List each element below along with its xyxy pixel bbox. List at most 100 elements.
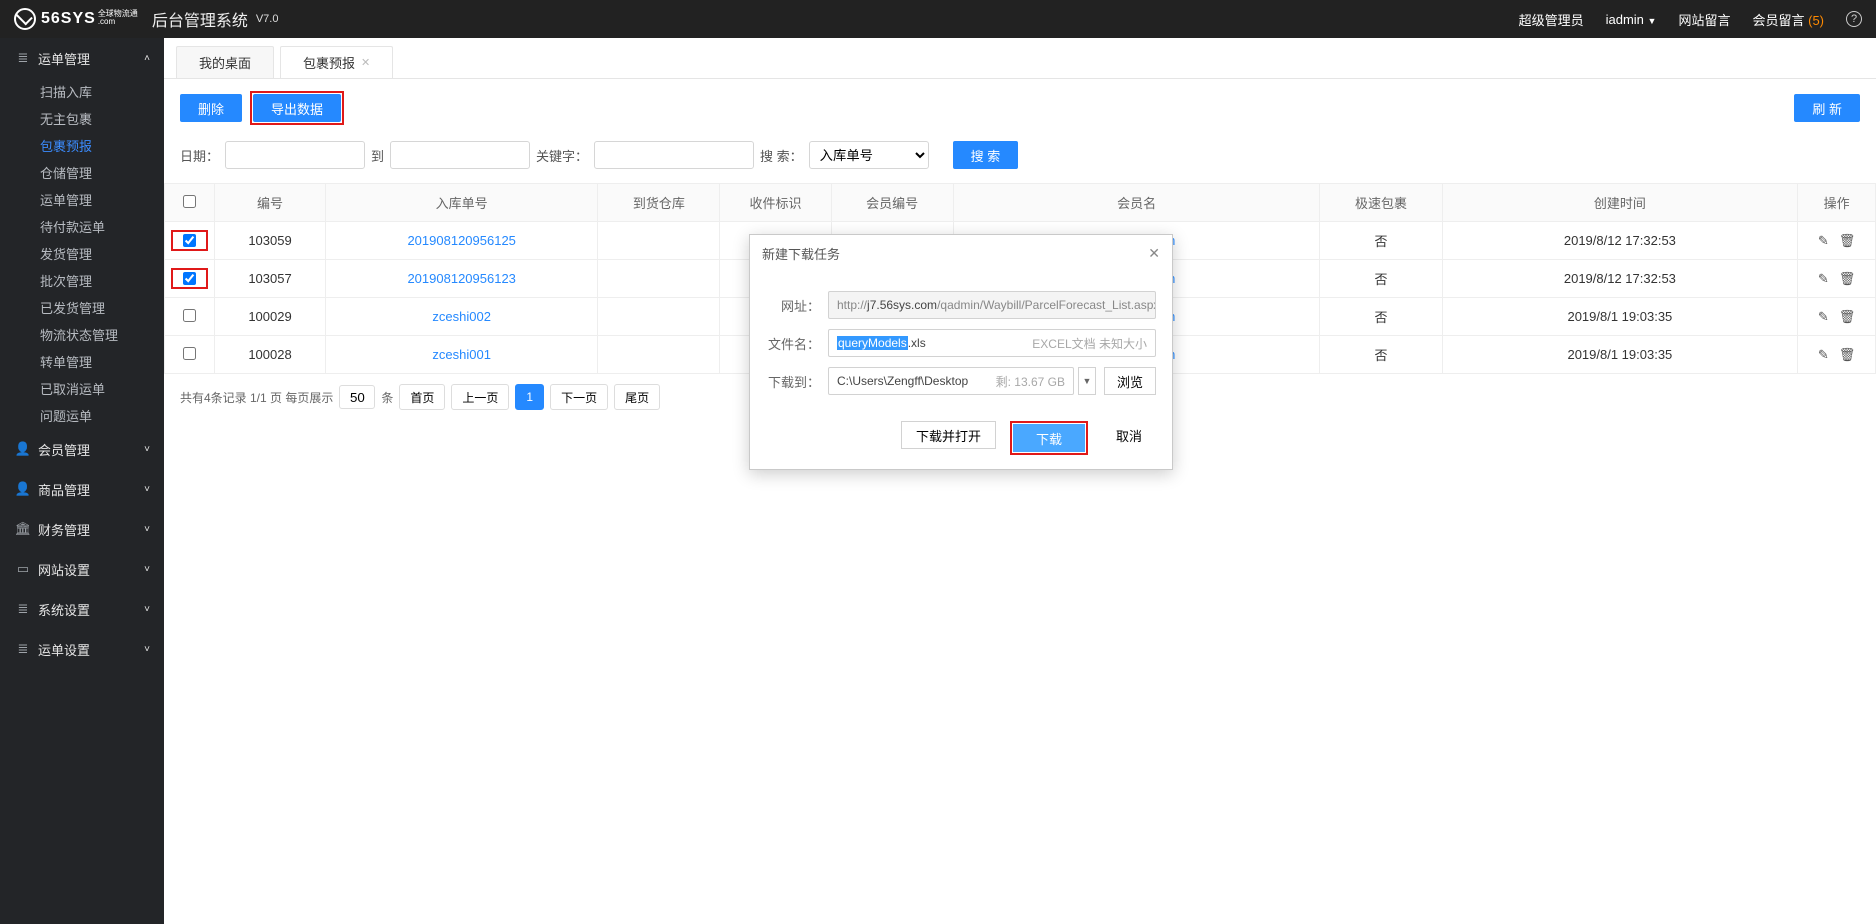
chevron-down-icon: ˅: [144, 604, 150, 615]
tab-parcel-forecast[interactable]: 包裹预报✕: [280, 46, 393, 78]
sidebar-item-transfer[interactable]: 转单管理: [0, 348, 164, 375]
col-op: 操作: [1798, 184, 1876, 222]
tabs: 我的桌面 包裹预报✕: [164, 38, 1876, 79]
path-input[interactable]: C:\Users\Zengff\Desktop 剩: 13.67 GB: [828, 367, 1074, 395]
col-member-name: 会员名: [953, 184, 1320, 222]
sidebar-item-shipment[interactable]: 运单管理: [0, 186, 164, 213]
download-dialog: 新建下载任务 ✕ 网址： http://j7.56sys.com/qadmin/…: [749, 234, 1173, 470]
cell-warehouse: [598, 298, 720, 336]
list-icon: ≣: [14, 601, 32, 617]
delete-icon[interactable]: 🗑: [1839, 271, 1856, 287]
delete-icon[interactable]: 🗑: [1839, 309, 1856, 325]
highlight-download: 下载: [1010, 421, 1088, 455]
cell-fast: 否: [1320, 222, 1442, 260]
chevron-down-icon: ˅: [144, 524, 150, 535]
order-link[interactable]: 201908120956125: [407, 233, 515, 248]
per-page-suffix: 条: [381, 389, 393, 406]
date-label: 日期：: [180, 146, 219, 165]
app-header: 56SYS 全球物流通 .com 后台管理系统 V7.0 超级管理员 iadmi…: [0, 0, 1876, 38]
sidebar-group-shipment-settings[interactable]: ≣运单设置˅: [0, 629, 164, 669]
sidebar-group-finance[interactable]: 🏛财务管理˅: [0, 509, 164, 549]
system-version: V7.0: [256, 13, 279, 25]
tab-desktop[interactable]: 我的桌面: [176, 46, 274, 78]
search-by-label: 搜 索：: [760, 146, 803, 165]
content: 我的桌面 包裹预报✕ 删除 导出数据 刷 新 日期： 到 关键字： 搜 索： 入…: [164, 38, 1876, 924]
keyword-input[interactable]: [594, 141, 754, 169]
select-all-checkbox[interactable]: [183, 195, 196, 208]
page-number-button[interactable]: 1: [515, 384, 544, 410]
per-page-input[interactable]: [339, 385, 375, 409]
row-checkbox[interactable]: [183, 309, 196, 322]
delete-button[interactable]: 删除: [180, 94, 242, 122]
sidebar-group-shipment[interactable]: ≣ 运单管理 ˄: [0, 38, 164, 78]
to-label: 到: [371, 146, 384, 165]
sidebar-item-dispatch[interactable]: 发货管理: [0, 240, 164, 267]
page-first-button[interactable]: 首页: [399, 384, 445, 410]
sidebar-item-cancelled[interactable]: 已取消运单: [0, 375, 164, 402]
cell-created: 2019/8/1 19:03:35: [1442, 336, 1798, 374]
path-label: 下载到：: [766, 372, 820, 391]
download-button[interactable]: 下载: [1013, 424, 1085, 452]
dialog-header: 新建下载任务 ✕: [750, 235, 1172, 271]
col-member-id: 会员编号: [831, 184, 953, 222]
edit-icon[interactable]: ✎: [1818, 347, 1829, 363]
sidebar-item-unpaid[interactable]: 待付款运单: [0, 213, 164, 240]
sidebar-item-scan-in[interactable]: 扫描入库: [0, 78, 164, 105]
date-to-input[interactable]: [390, 141, 530, 169]
cancel-button[interactable]: 取消: [1102, 421, 1156, 449]
sidebar-group-system[interactable]: ≣系统设置˅: [0, 589, 164, 629]
refresh-button[interactable]: 刷 新: [1794, 94, 1860, 122]
chevron-down-icon: ˅: [144, 484, 150, 495]
download-and-open-button[interactable]: 下载并打开: [901, 421, 996, 449]
user-menu[interactable]: iadmin ▼: [1606, 12, 1657, 27]
pager-summary: 共有4条记录 1/1 页 每页展示: [180, 389, 333, 406]
close-icon[interactable]: ✕: [361, 56, 370, 69]
row-checkbox[interactable]: [183, 234, 196, 247]
link-site-message[interactable]: 网站留言: [1678, 10, 1730, 29]
chevron-up-icon: ˄: [144, 53, 150, 64]
logo-text: 56SYS: [41, 10, 96, 27]
sidebar-item-logistics-status[interactable]: 物流状态管理: [0, 321, 164, 348]
page-next-button[interactable]: 下一页: [550, 384, 608, 410]
sidebar-item-batch[interactable]: 批次管理: [0, 267, 164, 294]
page-prev-button[interactable]: 上一页: [451, 384, 509, 410]
search-button[interactable]: 搜 索: [953, 141, 1019, 169]
link-member-message[interactable]: 会员留言 (5): [1752, 10, 1824, 29]
sidebar-group-product[interactable]: 👤商品管理˅: [0, 469, 164, 509]
order-link[interactable]: zceshi002: [432, 309, 491, 324]
dialog-footer: 下载并打开 下载 取消: [750, 415, 1172, 469]
date-from-input[interactable]: [225, 141, 365, 169]
col-created: 创建时间: [1442, 184, 1798, 222]
cell-warehouse: [598, 336, 720, 374]
sidebar-item-shipped[interactable]: 已发货管理: [0, 294, 164, 321]
help-icon[interactable]: ?: [1846, 11, 1862, 27]
logo-sub-bottom: .com: [98, 18, 138, 26]
edit-icon[interactable]: ✎: [1818, 233, 1829, 249]
export-button[interactable]: 导出数据: [253, 94, 341, 122]
path-dropdown-icon[interactable]: ▼: [1078, 367, 1096, 395]
row-checkbox[interactable]: [183, 347, 196, 360]
window-icon: ▭: [14, 561, 32, 577]
list-icon: ≣: [14, 641, 32, 657]
chevron-down-icon: ˅: [144, 444, 150, 455]
sidebar-group-site[interactable]: ▭网站设置˅: [0, 549, 164, 589]
edit-icon[interactable]: ✎: [1818, 271, 1829, 287]
order-link[interactable]: zceshi001: [432, 347, 491, 362]
url-input[interactable]: http://j7.56sys.com/qadmin/Waybill/Parce…: [828, 291, 1156, 319]
browse-button[interactable]: 浏览: [1104, 367, 1156, 395]
sidebar-item-storage[interactable]: 仓储管理: [0, 159, 164, 186]
sidebar-item-unowned[interactable]: 无主包裹: [0, 105, 164, 132]
sidebar-item-problem[interactable]: 问题运单: [0, 402, 164, 429]
page-last-button[interactable]: 尾页: [614, 384, 660, 410]
row-checkbox[interactable]: [183, 272, 196, 285]
sidebar-item-parcel-forecast[interactable]: 包裹预报: [0, 132, 164, 159]
dialog-close-icon[interactable]: ✕: [1148, 245, 1160, 262]
col-fast: 极速包裹: [1320, 184, 1442, 222]
order-link[interactable]: 201908120956123: [407, 271, 515, 286]
filename-input[interactable]: queryModels.xls EXCEL文档 未知大小: [828, 329, 1156, 357]
sidebar-group-member[interactable]: 👤会员管理˅: [0, 429, 164, 469]
delete-icon[interactable]: 🗑: [1839, 347, 1856, 363]
search-by-select[interactable]: 入库单号: [809, 141, 929, 169]
edit-icon[interactable]: ✎: [1818, 309, 1829, 325]
delete-icon[interactable]: 🗑: [1839, 233, 1856, 249]
